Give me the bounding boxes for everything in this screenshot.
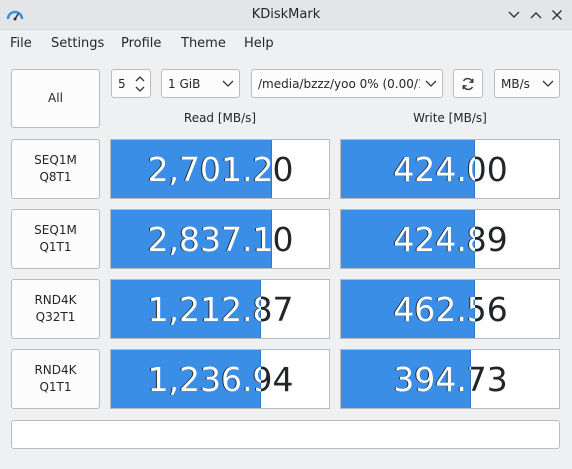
title-bar: KDiskMark [0,0,572,30]
target-value: /media/bzzz/yoo 0% (0.00/1 [258,77,420,91]
all-button[interactable]: All [11,69,100,128]
test-button[interactable]: RND4K Q1T1 [11,349,100,409]
read-value-overlay: 1,236.94 [111,350,261,408]
size-value: 1 GiB [168,77,201,91]
test-name-line2: Q8T1 [39,170,72,184]
test-button[interactable]: RND4K Q32T1 [11,279,100,339]
test-name-line2: Q32T1 [35,310,76,324]
read-value-overlay: 2,701.20 [111,140,272,198]
write-value-highlight: 462.56 [393,290,475,329]
unit-value: MB/s [501,77,530,91]
menu-bar: File Settings Profile Theme Help [0,30,572,57]
read-value-highlight: 1,236.94 [147,360,261,399]
write-value-highlight: 424.00 [393,150,475,189]
read-value-highlight: 2,837.10 [147,220,272,259]
menu-file[interactable]: File [10,36,32,51]
write-result: 394.73394.73 [340,349,560,409]
write-value-overlay: 424.89 [341,210,475,268]
menu-help[interactable]: Help [244,36,274,51]
minimize-button[interactable] [505,6,523,24]
runs-spinbox[interactable]: 5 [111,69,151,98]
close-icon [552,10,562,20]
target-select[interactable]: /media/bzzz/yoo 0% (0.00/1 [251,69,443,98]
refresh-button[interactable] [453,69,483,98]
write-value-overlay: 394.73 [341,350,471,408]
test-name-line2: Q1T1 [39,380,72,394]
read-result: 2,837.102,837.10 [110,209,330,269]
chevron-down-icon [508,11,520,18]
close-button[interactable] [548,6,566,24]
write-result: 424.89424.89 [340,209,560,269]
maximize-button[interactable] [527,6,545,24]
test-button[interactable]: SEQ1M Q1T1 [11,209,100,269]
write-value-highlight: 394.73 [393,360,471,399]
test-name-line1: SEQ1M [34,222,77,237]
runs-value: 5 [118,77,126,91]
read-header: Read [MB/s] [183,111,257,125]
read-value-highlight: 1,212.87 [147,290,261,329]
write-value-overlay: 462.56 [341,280,475,338]
test-name-line2: Q1T1 [39,240,72,254]
read-result: 2,701.202,701.20 [110,139,330,199]
spin-arrows-icon [135,76,145,92]
size-select[interactable]: 1 GiB [161,69,240,98]
status-bar [11,420,560,449]
test-name-line1: RND4K [34,362,77,377]
read-result: 1,212.871,212.87 [110,279,330,339]
test-button[interactable]: SEQ1M Q8T1 [11,139,100,199]
read-value-highlight: 2,701.20 [147,150,272,189]
read-value-overlay: 1,212.87 [111,280,261,338]
read-value-overlay: 2,837.10 [111,210,272,268]
test-name-line1: SEQ1M [34,152,77,167]
write-value-overlay: 424.00 [341,140,475,198]
chevron-down-icon [542,80,554,87]
chevron-up-icon [530,12,542,19]
write-value-highlight: 424.89 [393,220,475,259]
menu-profile[interactable]: Profile [121,36,161,51]
menu-theme[interactable]: Theme [181,36,226,51]
unit-select[interactable]: MB/s [494,69,560,98]
chevron-down-icon [222,80,234,87]
refresh-icon [462,77,474,90]
test-name-line1: RND4K [34,292,77,307]
write-result: 424.00424.00 [340,139,560,199]
chevron-down-icon [425,80,437,87]
write-result: 462.56462.56 [340,279,560,339]
read-result: 1,236.941,236.94 [110,349,330,409]
write-header: Write [MB/s] [413,111,487,125]
window-title: KDiskMark [251,7,321,22]
menu-settings[interactable]: Settings [51,36,104,51]
